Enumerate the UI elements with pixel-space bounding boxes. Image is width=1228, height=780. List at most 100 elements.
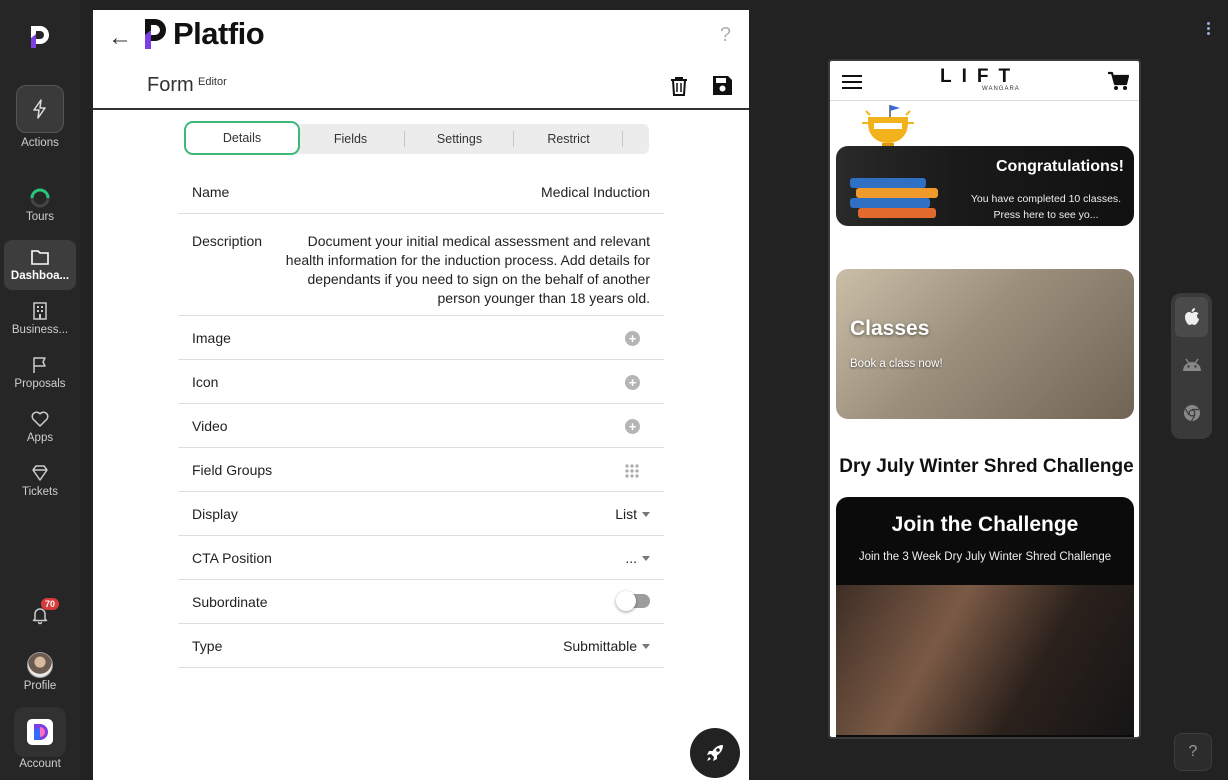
add-video-icon[interactable]: + [625, 419, 640, 434]
more-options-icon[interactable] [1207, 22, 1211, 37]
web-preview-button[interactable] [1175, 393, 1208, 433]
help-icon[interactable]: ? [720, 24, 731, 47]
name-value[interactable]: Medical Induction [541, 184, 650, 200]
classes-card[interactable]: Classes Book a class now! [836, 269, 1134, 419]
name-label: Name [192, 184, 230, 200]
display-select[interactable]: List [615, 506, 650, 522]
folder-icon [31, 250, 49, 265]
nav-item-proposals[interactable]: Proposals [0, 355, 80, 390]
tours-progress-icon [30, 188, 50, 208]
type-value: Submittable [563, 638, 637, 654]
brand: Platfio [143, 16, 265, 52]
mobile-preview: LIFT WANGARA Congratulations! You have c… [828, 59, 1141, 739]
description-row[interactable]: Description Document your initial medica… [178, 214, 664, 316]
challenge-heading: Dry July Winter Shred Challenge [839, 456, 1134, 477]
chevron-down-icon [642, 644, 650, 649]
chrome-icon [1183, 405, 1200, 422]
nav-item-business[interactable]: Business... [0, 301, 80, 336]
save-icon[interactable] [712, 75, 733, 96]
nav-item-profile[interactable]: Profile [0, 680, 80, 692]
challenge-photo [836, 585, 1134, 735]
account-logo-icon [27, 719, 53, 745]
avatar[interactable] [27, 652, 53, 678]
notification-count-badge: 70 [41, 598, 60, 610]
field-groups-label: Field Groups [192, 462, 273, 478]
app-header: LIFT WANGARA [830, 61, 1139, 101]
tab-bar: Fields Settings Restrict Details [184, 121, 649, 155]
cta-position-value: ... [625, 550, 637, 566]
video-row[interactable]: Video + [178, 404, 664, 448]
building-icon [33, 302, 47, 320]
form-editor-panel: ← Platfio ? Form Editor Fields Settings … [93, 10, 749, 780]
notifications-button[interactable] [0, 605, 80, 628]
add-icon-icon[interactable]: + [625, 375, 640, 390]
video-label: Video [192, 418, 228, 434]
description-label: Description [192, 233, 263, 249]
lightning-icon [33, 99, 46, 119]
type-select[interactable]: Submittable [563, 638, 650, 654]
flag-icon [33, 357, 46, 373]
tab-details[interactable]: Details [184, 121, 300, 155]
books-icon [850, 178, 938, 218]
trash-icon[interactable] [670, 76, 688, 96]
display-label: Display [192, 506, 238, 522]
field-groups-row[interactable]: Field Groups [178, 448, 664, 492]
display-row[interactable]: Display List [178, 492, 664, 536]
nav-item-actions-label[interactable]: Actions [0, 137, 80, 149]
cta-position-select[interactable]: ... [625, 550, 650, 566]
cta-position-label: CTA Position [192, 550, 272, 566]
subordinate-row[interactable]: Subordinate [178, 580, 664, 624]
chevron-down-icon [642, 556, 650, 561]
actions-button[interactable] [16, 85, 64, 133]
join-text: Join the 3 Week Dry July Winter Shred Ch… [858, 551, 1112, 563]
tab-settings[interactable]: Settings [405, 124, 514, 154]
type-row[interactable]: Type Submittable [178, 624, 664, 668]
hamburger-menu-icon[interactable] [842, 75, 862, 93]
page-title: Form [147, 74, 194, 96]
nav-item-tours[interactable]: Tours [0, 188, 80, 223]
nav-item-dashboard[interactable]: Dashboa... [0, 247, 80, 282]
heart-icon [31, 411, 49, 427]
congrats-title: Congratulations! [996, 158, 1124, 175]
publish-button[interactable] [690, 728, 740, 778]
cta-position-row[interactable]: CTA Position ... [178, 536, 664, 580]
join-challenge-card[interactable]: Join the Challenge Join the 3 Week Dry J… [836, 497, 1134, 737]
android-icon [1182, 358, 1201, 371]
ios-preview-button[interactable] [1175, 297, 1208, 337]
tab-fields[interactable]: Fields [296, 124, 405, 154]
name-row[interactable]: Name Medical Induction [178, 170, 664, 214]
rocket-icon [707, 745, 723, 761]
congratulations-card[interactable]: Congratulations! You have completed 10 c… [836, 146, 1134, 226]
nav-item-account[interactable]: Account [0, 758, 80, 770]
back-arrow-icon[interactable]: ← [108, 24, 132, 52]
congrats-text: You have completed 10 classes. Press her… [970, 193, 1122, 221]
android-preview-button[interactable] [1175, 345, 1208, 385]
display-value: List [615, 506, 637, 522]
platform-switcher [1171, 293, 1212, 439]
lift-logo: LIFT [940, 66, 1021, 87]
icon-label: Icon [192, 374, 219, 390]
cart-icon[interactable] [1107, 71, 1129, 91]
chevron-down-icon [642, 512, 650, 517]
diamond-icon [32, 465, 48, 481]
nav-item-apps[interactable]: Apps [0, 409, 80, 444]
apple-icon [1184, 308, 1199, 325]
tab-restrict[interactable]: Restrict [514, 124, 623, 154]
account-button[interactable] [14, 707, 66, 757]
page-subtitle: Editor [198, 76, 227, 88]
subordinate-label: Subordinate [192, 594, 268, 610]
description-value[interactable]: Document your initial medical assessment… [270, 232, 650, 308]
icon-row[interactable]: Icon + [178, 360, 664, 404]
toggle-knob [616, 591, 636, 611]
image-label: Image [192, 330, 231, 346]
help-button[interactable]: ? [1174, 733, 1212, 771]
grid-dots-icon[interactable] [624, 463, 640, 479]
subordinate-toggle[interactable] [616, 591, 650, 611]
image-row[interactable]: Image + [178, 316, 664, 360]
lift-logo-sub: WANGARA [982, 86, 1020, 92]
add-image-icon[interactable]: + [625, 331, 640, 346]
nav-item-tickets[interactable]: Tickets [0, 463, 80, 498]
platfio-logo-icon[interactable] [28, 24, 52, 50]
platfio-brand-icon [145, 19, 166, 49]
brand-name: Platfio [173, 16, 265, 51]
